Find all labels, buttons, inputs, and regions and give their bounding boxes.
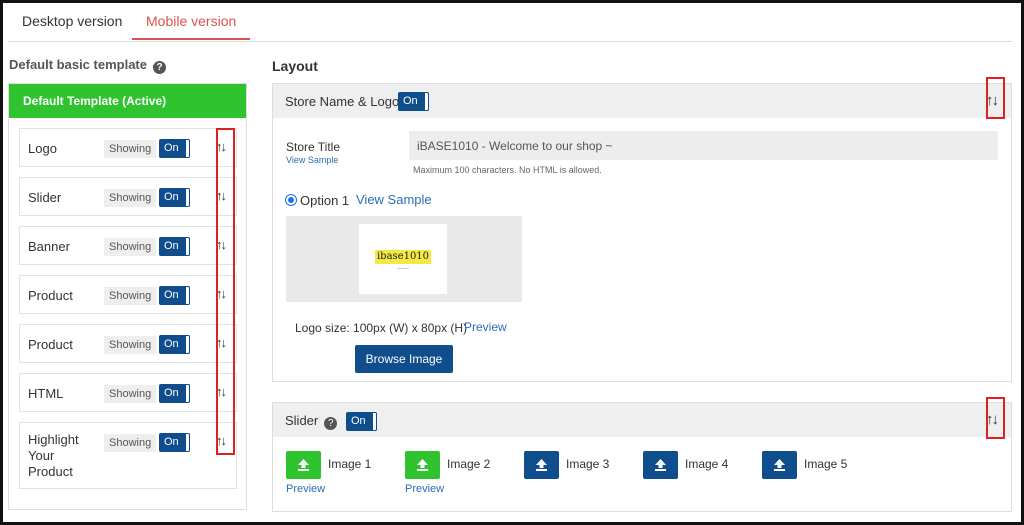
template-section-title: Default basic template? [9,57,166,74]
template-block-product-2[interactable]: Product Showing On ↑↓ [19,324,237,363]
browse-image-button[interactable]: Browse Image [355,345,453,373]
slider-toggle[interactable]: On [346,412,377,431]
layout-title: Layout [272,58,318,74]
upload-image-button[interactable] [286,451,321,479]
help-icon[interactable]: ? [324,417,338,430]
upload-image-button[interactable] [643,451,678,479]
block-name: HTML [28,386,64,401]
template-block-product-1[interactable]: Product Showing On ↑↓ [19,275,237,314]
status-badge: Showing [104,140,157,158]
status-badge: Showing [104,287,157,305]
block-toggle[interactable]: On [159,237,190,256]
logo-image: ibase1010 [359,224,447,294]
store-title-hint: Maximum 100 characters. No HTML is allow… [413,165,602,175]
logo-size-text: Logo size: 100px (W) x 80px (H) [295,321,468,335]
tab-mobile-version[interactable]: Mobile version [132,4,251,40]
image-label: Image 3 [566,457,610,471]
block-name: Product [28,337,73,352]
image-label: Image 4 [685,457,729,471]
option-view-sample-link[interactable]: View Sample [356,192,432,207]
logo-tagline-line [397,268,409,269]
upload-icon [536,459,547,471]
panel-title: Slider? [285,413,338,430]
block-name: Slider [28,190,62,205]
help-icon[interactable]: ? [153,61,166,74]
image-label: Image 1 [328,457,372,471]
upload-image-button[interactable] [762,451,797,479]
status-badge: Showing [104,385,157,403]
block-name: Highlight Your Product [28,432,79,479]
active-template-header[interactable]: Default Template (Active) [9,84,246,118]
template-block-banner[interactable]: Banner Showing On ↑↓ [19,226,237,265]
store-name-logo-panel: Store Name & Logo On ↑↓ Store Title View… [272,83,1012,382]
upload-icon [655,459,666,471]
image-preview-link[interactable]: Preview [405,483,444,495]
tab-desktop-version[interactable]: Desktop version [8,4,136,40]
template-section-title-text: Default basic template [9,57,147,72]
logo-preview-area: ibase1010 [286,216,522,302]
block-name: Product [28,288,73,303]
block-toggle[interactable]: On [159,433,190,452]
block-name: Banner [28,239,70,254]
store-toggle[interactable]: On [398,92,429,111]
upload-image-button[interactable] [405,451,440,479]
upload-icon [417,459,428,471]
image-label: Image 2 [447,457,491,471]
block-toggle[interactable]: On [159,286,190,305]
block-toggle[interactable]: On [159,335,190,354]
option-1-radio[interactable] [285,194,297,206]
slider-panel: Slider? On ↑↓ Image 1 Preview Image 2 Pr… [272,402,1012,512]
highlight-box-left-arrows [216,128,235,455]
block-toggle[interactable]: On [159,139,190,158]
option-1-label[interactable]: Option 1 [300,193,349,208]
store-title-input[interactable] [409,131,998,160]
upload-icon [774,459,785,471]
view-sample-link[interactable]: View Sample [286,155,338,165]
version-tabs: Desktop version Mobile version [8,4,1012,42]
upload-icon [298,459,309,471]
status-badge: Showing [104,434,157,452]
status-badge: Showing [104,336,157,354]
block-name: Logo [28,141,57,156]
panel-title: Store Name & Logo [285,94,400,109]
panel-header: Store Name & Logo On ↑↓ [273,84,1011,118]
template-panel: Default Template (Active) Logo Showing O… [8,83,247,510]
template-block-highlight-product[interactable]: Highlight Your Product Showing On ↑↓ [19,422,237,489]
template-block-logo[interactable]: Logo Showing On ↑↓ [19,128,237,167]
block-toggle[interactable]: On [159,188,190,207]
status-badge: Showing [104,189,157,207]
slider-title-text: Slider [285,413,319,428]
image-preview-link[interactable]: Preview [286,483,325,495]
upload-image-button[interactable] [524,451,559,479]
status-badge: Showing [104,238,157,256]
template-block-slider[interactable]: Slider Showing On ↑↓ [19,177,237,216]
store-title-label: Store Title [286,140,341,154]
panel-header: Slider? On ↑↓ [273,403,1011,437]
highlight-box-store-arrows [986,77,1005,119]
image-label: Image 5 [804,457,848,471]
block-toggle[interactable]: On [159,384,190,403]
logo-wordmark: ibase1010 [375,250,431,264]
highlight-box-slider-arrows [986,397,1005,439]
template-block-html[interactable]: HTML Showing On ↑↓ [19,373,237,412]
logo-preview-link[interactable]: Preview [464,320,507,334]
